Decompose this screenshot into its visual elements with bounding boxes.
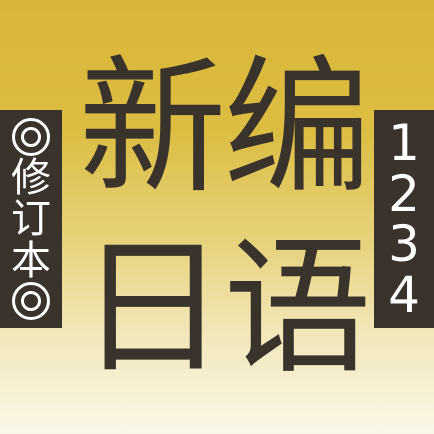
main-title: 新 编 日 语 <box>78 38 372 398</box>
double-circle-icon <box>12 282 50 320</box>
title-char-ri: 日 <box>78 222 227 394</box>
title-char-yu: 语 <box>223 222 372 394</box>
title-char-xin: 新 <box>78 42 227 214</box>
volume-digit-1: 1 <box>388 114 420 172</box>
volume-number-banner: 1 2 3 4 <box>374 110 434 328</box>
volume-digit-2: 2 <box>388 164 420 223</box>
volume-digit-3: 3 <box>388 215 420 274</box>
banner-char-ding: 订 <box>11 196 51 242</box>
banner-char-xiu: 修 <box>11 154 51 201</box>
revised-edition-banner: 修 订 本 <box>0 110 62 328</box>
volume-digit-4: 4 <box>388 265 420 324</box>
title-char-bian: 编 <box>223 42 372 214</box>
double-circle-icon <box>12 118 50 156</box>
app-icon[interactable]: 新 编 日 语 修 订 本 1 2 3 4 <box>0 0 434 434</box>
banner-char-ben: 本 <box>11 237 51 284</box>
